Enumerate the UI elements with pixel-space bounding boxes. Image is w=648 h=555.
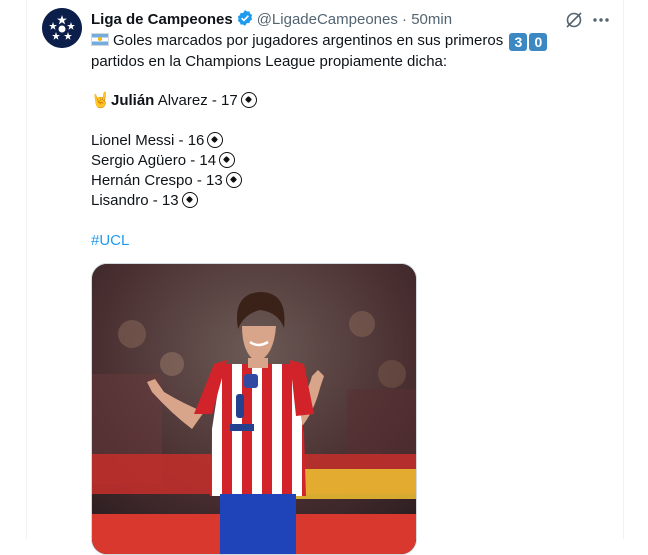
- soccer-ball-icon: [207, 132, 224, 148]
- player-celebration-photo: [92, 264, 416, 554]
- player-text: Hernán Crespo - 13: [91, 172, 223, 189]
- soccer-ball-icon: [225, 172, 242, 188]
- soccer-ball-icon: [240, 92, 257, 108]
- author-avatar[interactable]: [42, 8, 82, 48]
- argentina-flag-icon: [91, 33, 109, 46]
- player-text: Lionel Messi - 16: [91, 132, 205, 149]
- tweet-text-line-2: partidos en la Champions League propiame…: [91, 53, 448, 70]
- horns-hand-icon: 🤘: [91, 92, 110, 109]
- highlight-rest: Alvarez - 17: [154, 92, 238, 109]
- header-separator: ·: [402, 11, 408, 28]
- tweet-header: Liga de Campeones @LigadeCampeones · 50mi…: [91, 9, 452, 33]
- highlight-player-line: 🤘Julián Alvarez - 17: [91, 91, 257, 111]
- author-handle[interactable]: @LigadeCampeones: [257, 11, 398, 28]
- tweet-photo[interactable]: [91, 263, 417, 555]
- hashtag-link[interactable]: #UCL: [91, 231, 129, 251]
- tweet-text-line-1: Goles marcados por jugadores argentinos …: [91, 31, 548, 51]
- verified-badge-icon: [236, 9, 254, 33]
- player-line: Hernán Crespo - 13: [91, 171, 242, 191]
- highlight-first-name: Julián: [111, 92, 155, 109]
- player-line: Lionel Messi - 16: [91, 131, 224, 151]
- player-line: Lisandro - 13: [91, 191, 198, 211]
- more-options-icon[interactable]: [591, 10, 611, 30]
- soccer-ball-icon: [181, 192, 198, 208]
- keycap-zero: 0: [529, 33, 548, 51]
- soccer-ball-icon: [219, 152, 236, 168]
- keycap-three: 3: [509, 33, 528, 51]
- author-name[interactable]: Liga de Campeones: [91, 11, 233, 28]
- tweet-time[interactable]: 50min: [411, 11, 452, 28]
- player-line: Sergio Agüero - 14: [91, 151, 236, 171]
- intro-text: Goles marcados por jugadores argentinos …: [113, 32, 504, 49]
- player-text: Lisandro - 13: [91, 192, 179, 209]
- champions-league-logo: [42, 8, 82, 48]
- player-text: Sergio Agüero - 14: [91, 152, 217, 169]
- grok-icon[interactable]: [564, 10, 584, 30]
